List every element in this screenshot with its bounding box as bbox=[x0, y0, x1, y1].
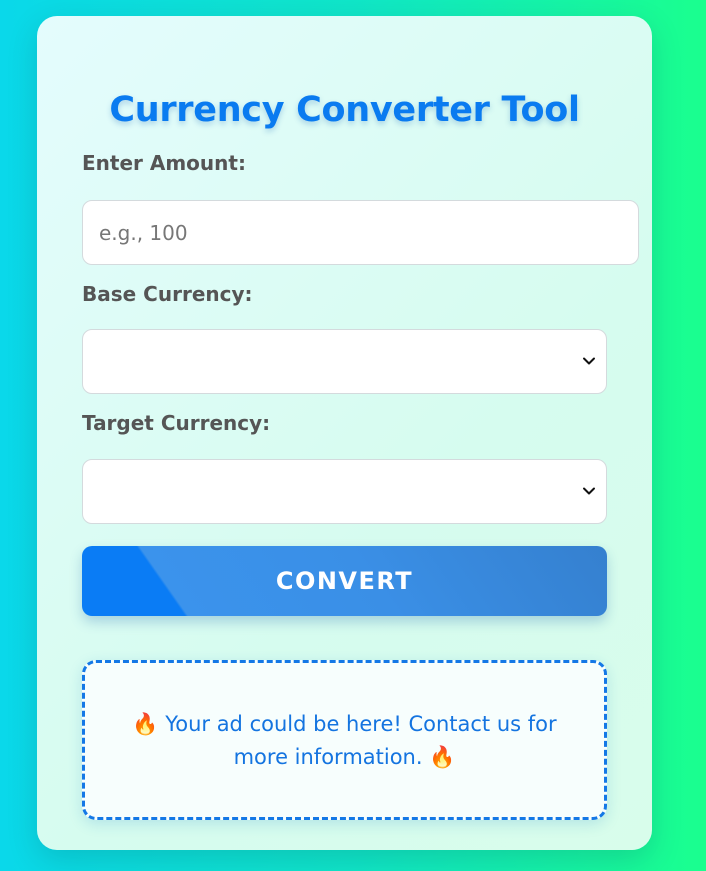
fire-icon: 🔥 bbox=[429, 745, 456, 769]
base-currency-select[interactable] bbox=[82, 329, 607, 394]
chevron-down-icon bbox=[583, 357, 595, 365]
ad-text-line2: more information. bbox=[233, 745, 423, 769]
fire-icon: 🔥 bbox=[132, 712, 159, 736]
target-currency-label: Target Currency: bbox=[82, 411, 271, 435]
amount-input[interactable] bbox=[82, 200, 639, 265]
ad-text: 🔥 Your ad could be here! Contact us for … bbox=[109, 708, 580, 774]
amount-label: Enter Amount: bbox=[82, 151, 246, 175]
converter-card: Currency Converter Tool Enter Amount: Ba… bbox=[37, 16, 652, 850]
ad-text-line1: Your ad could be here! Contact us for bbox=[165, 712, 557, 736]
base-currency-label: Base Currency: bbox=[82, 282, 253, 306]
page-title: Currency Converter Tool bbox=[109, 90, 580, 130]
chevron-down-icon bbox=[583, 487, 595, 495]
convert-button[interactable]: CONVERT bbox=[82, 546, 607, 616]
target-currency-select[interactable] bbox=[82, 459, 607, 524]
ad-banner[interactable]: 🔥 Your ad could be here! Contact us for … bbox=[82, 660, 607, 820]
